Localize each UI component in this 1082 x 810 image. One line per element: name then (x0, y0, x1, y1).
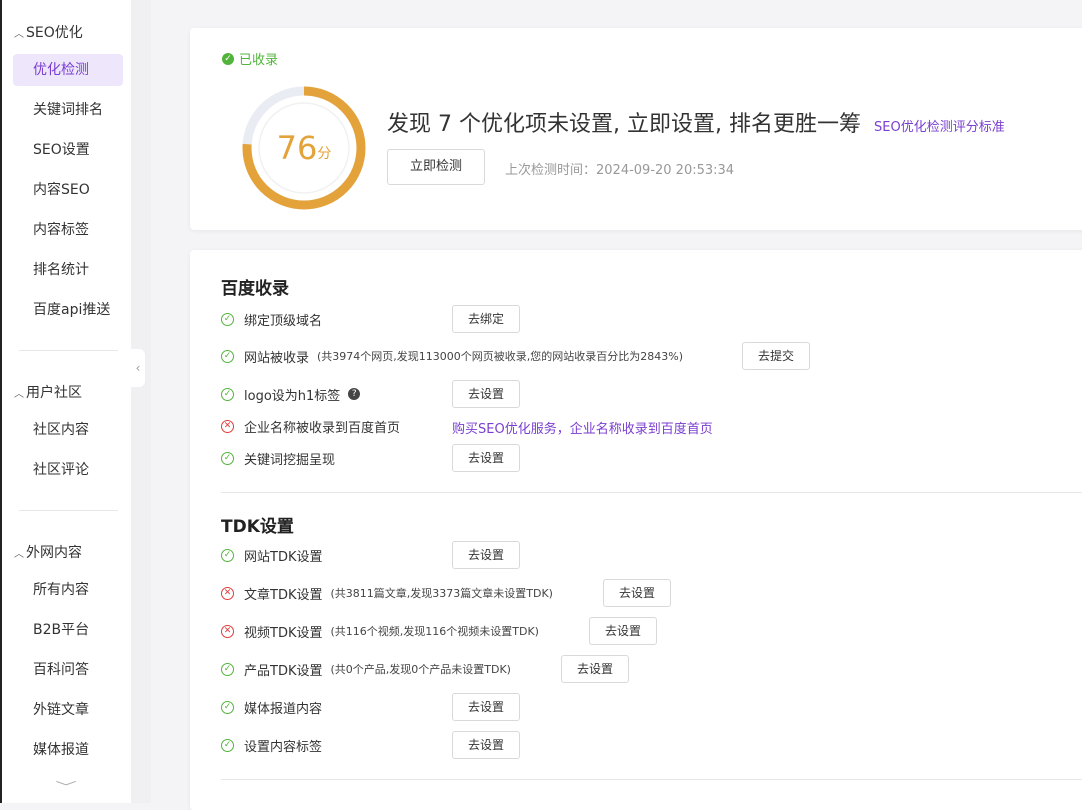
chevron-up-icon: ︿ (14, 388, 24, 400)
chevron-up-icon: ︿ (14, 548, 24, 560)
collapse-sidebar-button[interactable]: ‹ (131, 349, 145, 387)
item-note: (共0个产品,发现0个产品未设置TDK) (330, 663, 511, 676)
item-label: 文章TDK设置 (244, 587, 323, 603)
help-icon[interactable]: ? (348, 388, 361, 400)
set-button[interactable]: 去设置 (452, 444, 520, 472)
sidebar-item-optimize-check[interactable]: 优化检测 (13, 54, 123, 86)
check-circle-icon: ✓ (221, 662, 234, 676)
bind-domain-button[interactable]: 去绑定 (452, 305, 520, 333)
item-label: 媒体报道内容 (244, 701, 323, 717)
item-label: 关键词挖掘呈现 (244, 452, 336, 468)
last-check-time: 上次检测时间：2024-09-20 20:53:34 (505, 163, 735, 178)
buy-seo-service-link[interactable]: 购买SEO优化服务，企业名称收录到百度首页 (452, 418, 713, 437)
section-title: TDK设置 (221, 517, 294, 537)
list-item: ✓ 网站TDK设置 (221, 543, 322, 567)
score-card: ✓ 已收录 76 分 发现 7 个优化项未设置, 立即设置, 排名更胜一筹 SE… (190, 28, 1082, 230)
check-circle-icon: ✓ (221, 387, 234, 401)
group-title: 外网内容 (26, 545, 82, 561)
list-item: ✓ 设置内容标签 (221, 733, 322, 757)
sidebar-item-all-content[interactable]: 所有内容 (13, 574, 123, 606)
list-item: ✕ 视频TDK设置 (共116个视频,发现116个视频未设置TDK) (221, 619, 539, 643)
item-note: (共116个视频,发现116个视频未设置TDK) (330, 625, 539, 638)
set-button[interactable]: 去设置 (603, 579, 671, 607)
sidebar-item-keyword-rank[interactable]: 关键词排名 (13, 94, 123, 126)
sidebar-item-content-seo[interactable]: 内容SEO (13, 174, 123, 206)
divider (221, 779, 1082, 780)
sidebar-item-community-content[interactable]: 社区内容 (13, 414, 123, 446)
check-circle-icon: ✓ (221, 349, 234, 363)
collapse-strip: ‹ (131, 0, 151, 803)
sidebar-item-baidu-api[interactable]: 百度api推送 (13, 294, 123, 326)
section-title: 百度收录 (221, 279, 289, 299)
item-label: 网站TDK设置 (244, 549, 323, 565)
divider (19, 510, 118, 511)
score-unit: 分 (317, 146, 332, 162)
divider (221, 492, 1082, 493)
checklist-card: 百度收录 ✓ 绑定顶级域名 去绑定 ✓ 网站被收录 (共3974个网页,发现11… (190, 250, 1082, 810)
x-circle-icon: ✕ (221, 586, 234, 600)
divider (19, 350, 118, 351)
score-value: 76 (276, 129, 318, 167)
check-circle-icon: ✓ (221, 738, 234, 752)
check-circle-icon: ✓ (222, 52, 234, 65)
sidebar-item-b2b[interactable]: B2B平台 (13, 614, 123, 646)
list-item: ✕ 企业名称被收录到百度首页 (221, 414, 400, 438)
list-item: ✓ 媒体报道内容 (221, 695, 322, 719)
set-button[interactable]: 去设置 (452, 693, 520, 721)
indexed-status: ✓ 已收录 (222, 49, 278, 68)
set-button[interactable]: 去设置 (589, 617, 657, 645)
sidebar-item-seo-settings[interactable]: SEO设置 (13, 134, 123, 166)
item-label: logo设为h1标签 (244, 388, 341, 404)
indexed-label: 已收录 (239, 53, 279, 68)
sidebar: ︿ SEO优化 优化检测 关键词排名 SEO设置 内容SEO 内容标签 排名统计… (0, 0, 131, 803)
chevron-down-icon[interactable]: ﹀ (55, 778, 77, 795)
score-display: 76 分 (240, 84, 368, 212)
list-item: ✕ 文章TDK设置 (共3811篇文章,发现3373篇文章未设置TDK) (221, 581, 553, 605)
item-label: 视频TDK设置 (244, 625, 323, 641)
group-external[interactable]: ︿ 外网内容 (14, 542, 82, 562)
list-item: ✓ logo设为h1标签 ? (221, 382, 361, 406)
group-title: 用户社区 (26, 385, 82, 401)
x-circle-icon: ✕ (221, 624, 234, 638)
item-note: (共3811篇文章,发现3373篇文章未设置TDK) (330, 587, 553, 600)
item-label: 绑定顶级域名 (244, 313, 323, 329)
item-label: 网站被收录 (244, 350, 310, 366)
list-item: ✓ 产品TDK设置 (共0个产品,发现0个产品未设置TDK) (221, 657, 511, 681)
check-circle-icon: ✓ (221, 548, 234, 562)
check-circle-icon: ✓ (221, 451, 234, 465)
list-item: ✓ 绑定顶级域名 (221, 307, 322, 331)
sidebar-item-content-tags[interactable]: 内容标签 (13, 214, 123, 246)
group-title: SEO优化 (26, 25, 83, 41)
check-circle-icon: ✓ (221, 312, 234, 326)
set-button[interactable]: 去设置 (452, 380, 520, 408)
sidebar-item-rank-stats[interactable]: 排名统计 (13, 254, 123, 286)
sidebar-item-media-reports[interactable]: 媒体报道 (13, 734, 123, 766)
list-item: ✓ 关键词挖掘呈现 (221, 446, 335, 470)
item-label: 设置内容标签 (244, 739, 323, 755)
item-label: 产品TDK设置 (244, 663, 323, 679)
set-button[interactable]: 去设置 (561, 655, 629, 683)
item-note: (共3974个网页,发现113000个网页被收录,您的网站收录百分比为2843%… (317, 350, 684, 363)
check-now-button[interactable]: 立即检测 (387, 149, 485, 185)
headline: 发现 7 个优化项未设置, 立即设置, 排名更胜一筹 (387, 112, 861, 137)
group-seo[interactable]: ︿ SEO优化 (14, 22, 83, 42)
check-circle-icon: ✓ (221, 700, 234, 714)
item-label: 企业名称被收录到百度首页 (244, 420, 401, 436)
list-item: ✓ 网站被收录 (共3974个网页,发现113000个网页被收录,您的网站收录百… (221, 344, 683, 368)
sidebar-item-wiki-qa[interactable]: 百科问答 (13, 654, 123, 686)
sidebar-item-backlink-articles[interactable]: 外链文章 (13, 694, 123, 726)
scoring-standard-link[interactable]: SEO优化检测评分标准 (874, 116, 1005, 135)
x-circle-icon: ✕ (221, 419, 234, 433)
chevron-up-icon: ︿ (14, 28, 24, 40)
sidebar-item-community-comments[interactable]: 社区评论 (13, 454, 123, 486)
set-button[interactable]: 去设置 (452, 731, 520, 759)
set-button[interactable]: 去设置 (452, 541, 520, 569)
submit-button[interactable]: 去提交 (742, 342, 810, 370)
group-community[interactable]: ︿ 用户社区 (14, 382, 82, 402)
